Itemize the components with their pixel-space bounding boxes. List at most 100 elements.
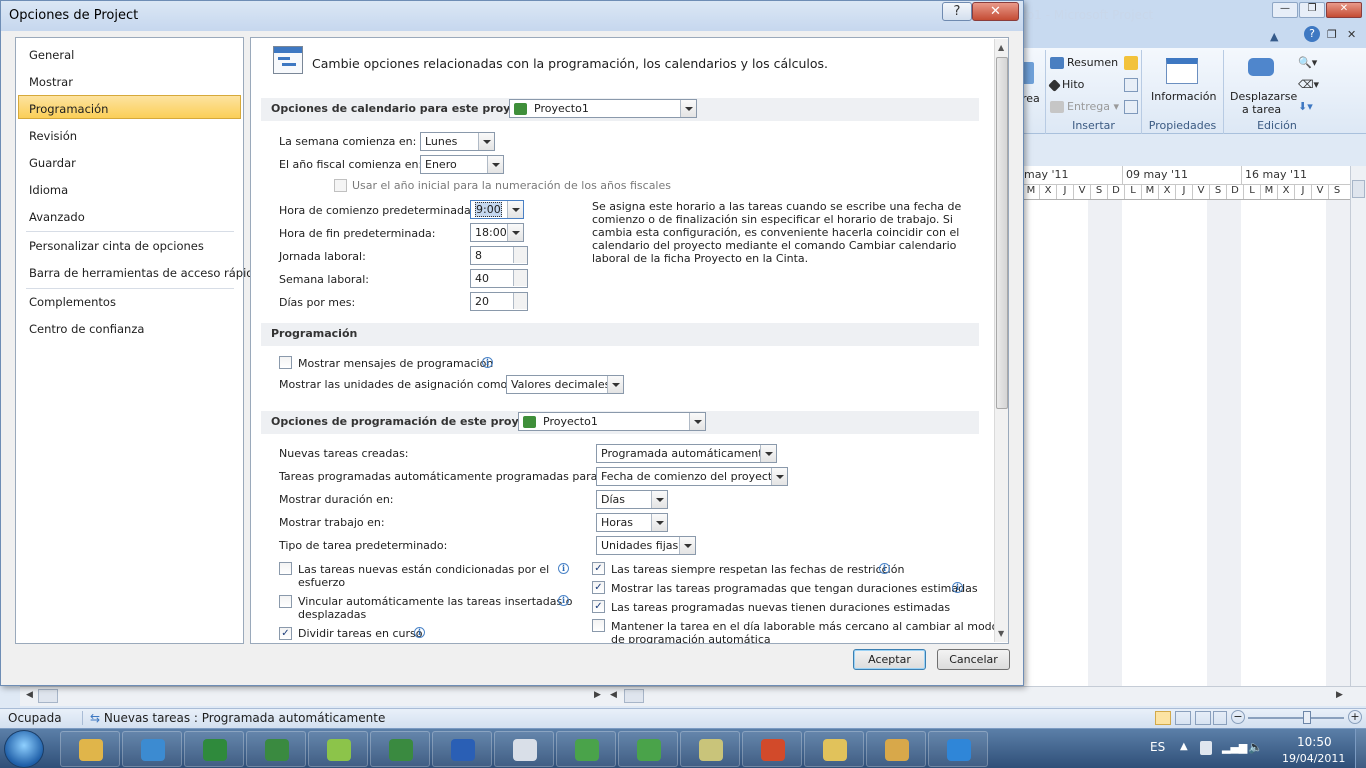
hours-per-day-spinner[interactable]: 8 <box>470 246 528 265</box>
scroll-left-arrow[interactable]: ◀ <box>26 690 33 700</box>
scroll-right-arrow[interactable]: ▶ <box>594 690 601 700</box>
scroll-to-task-button-l1[interactable]: Desplazarse <box>1230 90 1297 103</box>
duration-select[interactable]: Días <box>596 490 668 509</box>
nav-item-save[interactable]: Guardar <box>29 156 76 170</box>
calendar-project-select[interactable]: Proyecto1 <box>509 99 697 118</box>
scroll-thumb[interactable] <box>1352 180 1365 198</box>
view-gantt-icon[interactable] <box>1155 711 1171 725</box>
tray-icon[interactable] <box>1200 741 1212 755</box>
work-select[interactable]: Horas <box>596 513 668 532</box>
nav-item-customize-ribbon[interactable]: Personalizar cinta de opciones <box>29 239 204 253</box>
keep-nearest-working-day-checkbox[interactable] <box>592 619 605 632</box>
network-icon[interactable]: ▂▄▆ <box>1222 741 1247 754</box>
taskbar-mail-button[interactable] <box>804 731 864 767</box>
cancel-button[interactable]: Cancelar <box>937 649 1010 670</box>
scroll-down-arrow[interactable]: ▼ <box>998 629 1004 638</box>
clock-time[interactable]: 10:50 <box>1297 735 1332 749</box>
app-close-button[interactable]: ✕ <box>1326 2 1362 18</box>
list-icon[interactable] <box>1124 78 1138 92</box>
content-scrollbar[interactable]: ▲ ▼ <box>994 39 1008 642</box>
new-estimated-checkbox[interactable]: ✓ <box>592 600 605 613</box>
nav-item-advanced[interactable]: Avanzado <box>29 210 85 224</box>
zoom-slider-thumb[interactable] <box>1303 711 1311 724</box>
show-hidden-icons[interactable]: ▲ <box>1180 741 1188 752</box>
schedule-project-select[interactable]: Proyecto1 <box>518 412 706 431</box>
zoom-out-icon[interactable]: − <box>1231 710 1245 724</box>
scroll-thumb[interactable] <box>996 57 1008 409</box>
nav-item-addins[interactable]: Complementos <box>29 295 116 309</box>
ribbon-expand-icon[interactable]: ▲ <box>1270 30 1278 43</box>
taskbar-notes-button[interactable] <box>680 731 740 767</box>
start-button[interactable] <box>4 730 44 768</box>
effort-driven-checkbox[interactable] <box>279 562 292 575</box>
auto-scheduled-on-select[interactable]: Fecha de comienzo del proyecto <box>596 467 788 486</box>
information-button[interactable]: Información <box>1151 90 1216 103</box>
new-tasks-status[interactable]: ⇆ Nuevas tareas : Programada automáticam… <box>90 711 385 725</box>
honor-constraints-checkbox[interactable]: ✓ <box>592 562 605 575</box>
taskbar-word-button[interactable] <box>432 731 492 767</box>
taskbar-powerpoint-button[interactable] <box>742 731 802 767</box>
days-per-month-spinner[interactable]: 20 <box>470 292 528 311</box>
nav-item-schedule[interactable]: Programación <box>29 102 108 116</box>
show-estimated-checkbox[interactable]: ✓ <box>592 581 605 594</box>
close-button[interactable]: ✕ <box>972 2 1019 21</box>
help-button[interactable]: ? <box>942 2 972 21</box>
nav-item-quick-access-toolbar[interactable]: Barra de herramientas de acceso rápido <box>29 266 261 280</box>
taskbar-excel-b-button[interactable] <box>370 731 430 767</box>
taskbar-messenger-button[interactable] <box>122 731 182 767</box>
help-icon[interactable]: ? <box>1304 26 1320 42</box>
taskbar-pdf-b-button[interactable] <box>618 731 678 767</box>
gantt-horizontal-scrollbar[interactable]: ◀ ▶ ◀ ▶ <box>20 686 1366 706</box>
deliverable-button[interactable]: Entrega ▾ <box>1050 100 1119 113</box>
taskbar-project-b-button[interactable] <box>308 731 368 767</box>
default-start-select[interactable]: 9:00 <box>470 200 524 219</box>
view-team-icon[interactable] <box>1195 711 1211 725</box>
assignment-units-select[interactable]: Valores decimales <box>506 375 624 394</box>
autolink-checkbox[interactable] <box>279 595 292 608</box>
app-restore-button[interactable]: ❐ <box>1299 2 1325 18</box>
taskbar-ie-button[interactable] <box>928 731 988 767</box>
show-messages-checkbox[interactable] <box>279 356 292 369</box>
task-type-select[interactable]: Unidades fijas <box>596 536 696 555</box>
taskbar-magnifier-button[interactable] <box>494 731 554 767</box>
gantt-chart[interactable] <box>1022 200 1352 686</box>
spin-down[interactable] <box>513 301 527 309</box>
show-desktop-button[interactable] <box>1355 729 1366 768</box>
week-starts-select[interactable]: Lunes <box>420 132 495 151</box>
taskbar-excel-button[interactable] <box>184 731 244 767</box>
taskbar-explorer-button[interactable] <box>866 731 926 767</box>
clear-icon[interactable]: ⌫▾ <box>1298 78 1319 91</box>
milestone-button[interactable]: Hito <box>1048 78 1084 92</box>
scroll-right-arrow[interactable]: ▶ <box>1336 690 1343 700</box>
fiscal-year-select[interactable]: Enero <box>420 155 504 174</box>
nav-item-proofing[interactable]: Revisión <box>29 129 77 143</box>
spin-up[interactable] <box>513 293 527 301</box>
zoom-slider[interactable] <box>1248 717 1344 719</box>
new-tasks-select[interactable]: Programada automáticamente <box>596 444 777 463</box>
view-sheet-icon[interactable] <box>1213 711 1227 725</box>
fill-icon[interactable]: ⬇▾ <box>1298 100 1313 113</box>
nav-item-general[interactable]: General <box>29 48 74 62</box>
list2-icon[interactable] <box>1124 100 1138 114</box>
scroll-up-arrow[interactable]: ▲ <box>998 43 1004 52</box>
gantt-vertical-scrollbar[interactable] <box>1350 166 1366 686</box>
spin-down[interactable] <box>513 278 527 286</box>
scroll-to-task-button-l2[interactable]: a tarea <box>1242 103 1281 116</box>
clock-date[interactable]: 19/04/2011 <box>1282 752 1345 765</box>
nav-item-language[interactable]: Idioma <box>29 183 68 197</box>
scroll-thumb[interactable] <box>624 689 644 703</box>
find-icon[interactable]: 🔍▾ <box>1298 56 1317 69</box>
spin-down[interactable] <box>513 255 527 263</box>
app-minimize-button[interactable]: — <box>1272 2 1298 18</box>
scroll-left-arrow[interactable]: ◀ <box>610 690 617 700</box>
hours-per-week-spinner[interactable]: 40 <box>470 269 528 288</box>
volume-icon[interactable]: 🔈 <box>1248 740 1263 754</box>
input-language[interactable]: ES <box>1150 740 1165 754</box>
summary-button[interactable]: Resumen <box>1050 56 1118 69</box>
use-start-year-checkbox[interactable] <box>334 179 347 192</box>
view-usage-icon[interactable] <box>1175 711 1191 725</box>
ribbon-restore-icon[interactable]: ❐ <box>1327 28 1337 41</box>
taskbar-project-a-button[interactable] <box>246 731 306 767</box>
default-end-select[interactable]: 18:00 <box>470 223 524 242</box>
spin-up[interactable] <box>513 247 527 255</box>
